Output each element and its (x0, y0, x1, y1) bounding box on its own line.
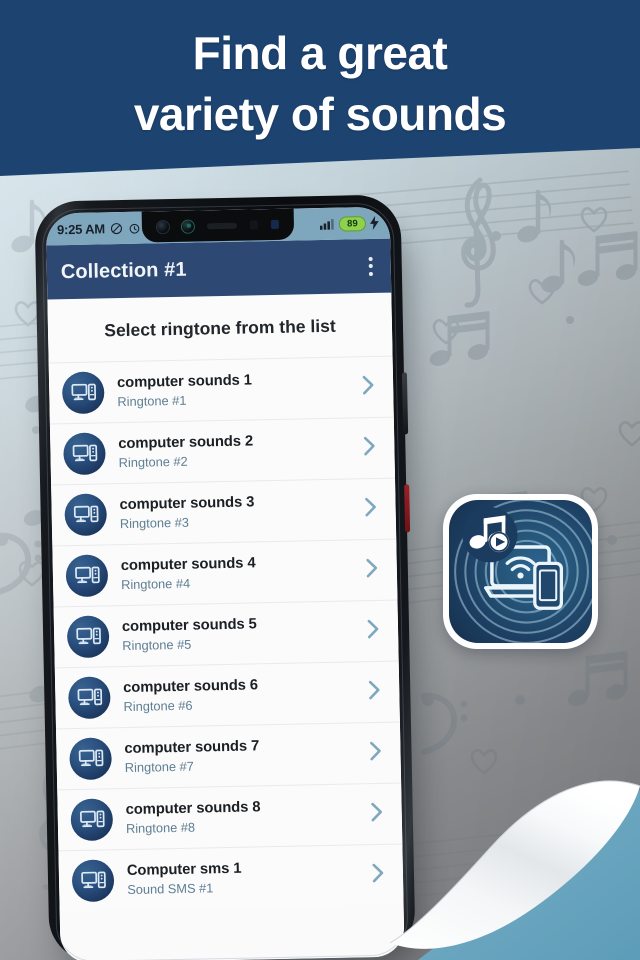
status-bar-clock: 9:25 AM (56, 220, 106, 237)
app-icon-artwork (454, 500, 592, 643)
secondary-camera-icon (181, 220, 195, 233)
list-item-subtitle: Ringtone #6 (123, 697, 193, 715)
list-item[interactable]: computer sounds 6 Ringtone #6 (54, 660, 400, 729)
chevron-right-icon (367, 619, 379, 638)
more-options-icon[interactable] (364, 250, 377, 281)
list-item-subtitle: Ringtone #3 (119, 514, 190, 532)
light-sensor-icon (270, 219, 280, 230)
desktop-computer-icon (80, 871, 106, 888)
chevron-right-icon (366, 558, 378, 577)
app-bar: Collection #1 (46, 238, 392, 300)
list-item-title: computer sounds 2 (118, 433, 254, 453)
list-item-avatar (65, 554, 109, 598)
list-item-avatar (70, 798, 114, 842)
list-item-subtitle: Ringtone #7 (124, 758, 194, 776)
desktop-computer-icon (74, 566, 100, 583)
list-item-avatar (64, 493, 108, 537)
list-item-chevron[interactable] (368, 799, 390, 828)
list-item-avatar (71, 859, 115, 903)
list-item-title: computer sounds 5 (121, 616, 257, 636)
list-item-subtitle: Ringtone #8 (125, 819, 196, 837)
list-item-title: computer sounds 3 (119, 494, 255, 514)
power-button[interactable] (404, 484, 411, 533)
list-item-avatar (67, 676, 111, 720)
chevron-right-icon (363, 436, 375, 455)
chevron-right-icon (372, 863, 384, 882)
list-item[interactable]: computer sounds 8 Ringtone #8 (57, 782, 403, 851)
list-item-chevron[interactable] (361, 433, 383, 462)
ringtone-list-container: Select ringtone from the list computer s… (47, 292, 405, 960)
app-icon[interactable] (443, 494, 598, 649)
list-item-title: computer sounds 4 (120, 555, 256, 575)
list-item-title: computer sounds 8 (125, 799, 261, 819)
banner-headline-line-2: variety of sounds (133, 87, 507, 140)
list-item-avatar (69, 737, 113, 781)
list-header-label: Select ringtone from the list (47, 292, 393, 363)
list-item-text: Computer sms 1 Sound SMS #1 (127, 858, 371, 897)
list-item-text: computer sounds 8 Ringtone #8 (125, 797, 369, 836)
list-item-subtitle: Ringtone #4 (120, 575, 191, 593)
list-item-text: computer sounds 3 Ringtone #3 (119, 492, 363, 531)
list-item[interactable]: Computer sms 1 Sound SMS #1 (58, 843, 404, 912)
earpiece-speaker (206, 222, 237, 229)
list-item-subtitle: Ringtone #5 (122, 636, 192, 654)
page-title: Collection #1 (60, 258, 187, 283)
desktop-computer-icon (79, 810, 105, 827)
list-item[interactable]: computer sounds 3 Ringtone #3 (51, 477, 397, 546)
desktop-computer-icon (72, 444, 97, 461)
list-item-text: computer sounds 6 Ringtone #6 (123, 675, 367, 714)
desktop-computer-icon (77, 688, 102, 705)
list-item-chevron[interactable] (365, 616, 387, 645)
front-camera-icon (156, 220, 170, 233)
list-item-avatar (61, 371, 105, 415)
desktop-computer-icon (73, 505, 98, 522)
list-item-chevron[interactable] (360, 372, 382, 401)
alarm-icon (129, 223, 140, 234)
list-item-avatar (66, 615, 110, 659)
list-item[interactable]: computer sounds 7 Ringtone #7 (55, 721, 402, 790)
proximity-sensor-icon (249, 220, 259, 230)
chevron-right-icon (362, 375, 374, 394)
list-item-subtitle: Ringtone #2 (118, 453, 188, 471)
list-item-chevron[interactable] (364, 555, 386, 584)
list-item-chevron[interactable] (366, 677, 388, 706)
list-item-chevron[interactable] (367, 738, 389, 767)
list-item[interactable]: computer sounds 2 Ringtone #2 (49, 416, 396, 485)
list-item-text: computer sounds 5 Ringtone #5 (122, 614, 366, 653)
list-item-text: computer sounds 7 Ringtone #7 (124, 736, 368, 775)
ringtone-list: computer sounds 1 Ringtone #1 computer s… (48, 355, 404, 912)
battery-icon: 89 (338, 215, 367, 232)
desktop-computer-icon (78, 749, 103, 766)
chevron-right-icon (368, 680, 380, 699)
list-item[interactable]: computer sounds 4 Ringtone #4 (52, 538, 398, 607)
list-item-subtitle: Ringtone #1 (117, 392, 187, 410)
phone-mockup: 9:25 AM 89 Collection #1 Select ringtone… (34, 194, 416, 960)
signal-bars-icon (319, 219, 334, 230)
list-item-avatar (63, 432, 106, 476)
charging-bolt-icon (370, 215, 379, 230)
phone-screen: 9:25 AM 89 Collection #1 Select ringtone… (45, 206, 405, 960)
desktop-computer-icon (70, 383, 96, 400)
screenshot-stage: Find a great variety of sounds 9:25 AM 8… (0, 0, 640, 960)
page-curl-corner (389, 730, 640, 960)
list-item-title: computer sounds 7 (124, 738, 260, 758)
chevron-right-icon (371, 802, 383, 821)
list-item[interactable]: computer sounds 5 Ringtone #5 (53, 599, 399, 668)
desktop-computer-icon (75, 627, 101, 644)
list-item-text: computer sounds 1 Ringtone #1 (117, 370, 361, 409)
phone-notch (141, 208, 295, 243)
list-item-title: computer sounds 6 (123, 677, 259, 697)
chevron-right-icon (370, 741, 381, 760)
list-item-chevron[interactable] (362, 494, 384, 523)
list-item-text: computer sounds 2 Ringtone #2 (118, 431, 362, 470)
dnd-icon (110, 222, 122, 234)
chevron-right-icon (365, 497, 376, 516)
banner-headline-line-1: Find a great (192, 27, 448, 79)
list-item-title: Computer sms 1 (126, 860, 242, 880)
list-item-subtitle: Sound SMS #1 (127, 880, 214, 898)
list-item-chevron[interactable] (370, 860, 392, 889)
list-item[interactable]: computer sounds 1 Ringtone #1 (48, 355, 394, 424)
list-item-text: computer sounds 4 Ringtone #4 (121, 553, 365, 592)
list-item-title: computer sounds 1 (116, 372, 252, 392)
